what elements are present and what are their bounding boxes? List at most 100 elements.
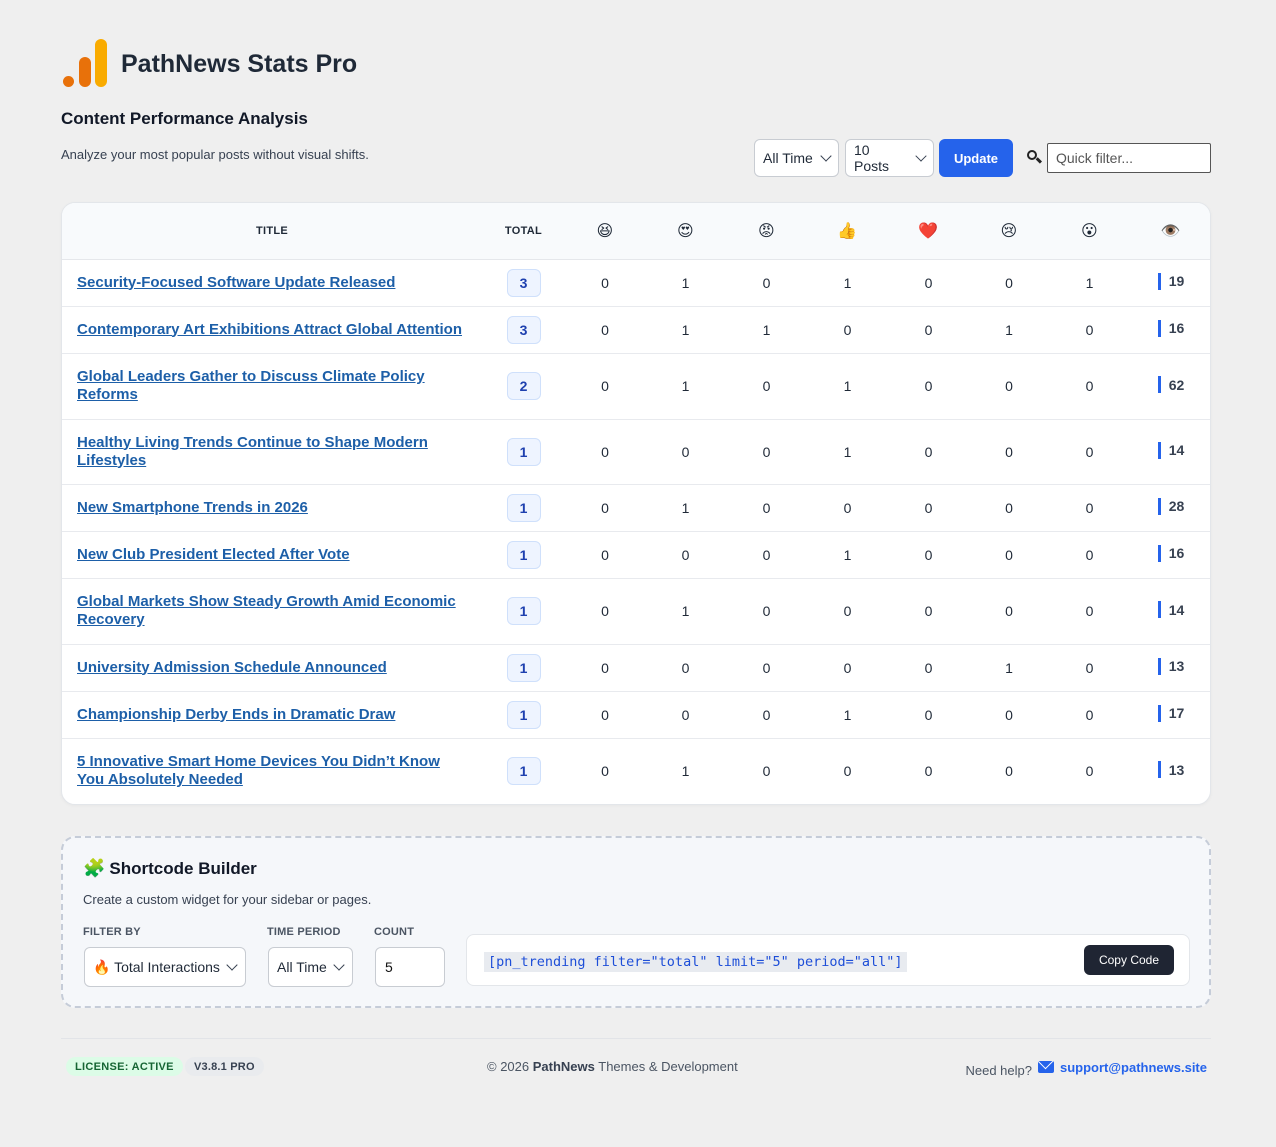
post-title-link[interactable]: Championship Derby Ends in Dramatic Draw (77, 706, 395, 724)
reaction-count: 0 (1085, 546, 1094, 563)
reaction-count: 0 (601, 659, 609, 676)
column-header-total[interactable]: TOTAL (482, 203, 565, 260)
copyright-text: © 2026 PathNews Themes & Development (487, 1059, 738, 1074)
views-bar (1157, 704, 1161, 722)
reaction-count: 0 (681, 706, 690, 723)
builder-title-text: Shortcode Builder (109, 858, 257, 878)
copyright-brand: PathNews (532, 1059, 595, 1074)
column-header-heart-icon[interactable]: ❤️ (888, 203, 969, 260)
views-count: 16 (1157, 544, 1184, 562)
support-email-link[interactable]: support@pathnews.site (1060, 1060, 1207, 1075)
views-value: 14 (1168, 601, 1185, 618)
views-count: 13 (1157, 657, 1184, 675)
reaction-count: 0 (1005, 706, 1013, 723)
reaction-count: 0 (762, 546, 771, 563)
column-header-angry-icon[interactable]: 😡 (726, 203, 807, 260)
filter-by-select[interactable]: 🔥 Total Interactions (84, 947, 246, 987)
table-row: New Club President Elected After Vote 1 … (62, 531, 1210, 578)
views-count: 28 (1157, 497, 1184, 515)
reaction-count: 1 (681, 378, 690, 394)
post-title-link[interactable]: Global Markets Show Steady Growth Amid E… (77, 593, 464, 629)
column-header-thumbs-up-icon[interactable]: 👍 (807, 203, 888, 260)
mail-icon (1037, 1061, 1054, 1073)
shortcode-output: [pn_trending filter="total" limit="5" pe… (466, 934, 1190, 986)
post-title-link[interactable]: Global Leaders Gather to Discuss Climate… (77, 368, 464, 404)
views-count: 62 (1157, 376, 1185, 393)
views-value: 14 (1168, 442, 1185, 458)
reaction-count: 1 (843, 378, 852, 394)
chevron-down-icon (226, 959, 238, 971)
views-value: 62 (1168, 376, 1185, 393)
reaction-count: 0 (924, 443, 933, 460)
reaction-count: 1 (843, 274, 852, 291)
total-badge: 1 (506, 597, 541, 625)
table-row: Security-Focused Software Update Release… (62, 259, 1210, 306)
reaction-count: 0 (924, 378, 933, 394)
views-value: 16 (1168, 320, 1185, 336)
filter-controls: All Time 10 Posts Update (754, 139, 1211, 177)
count-input[interactable] (375, 947, 445, 987)
reaction-count: 0 (601, 499, 609, 516)
post-count-value: 10 Posts (854, 142, 890, 174)
views-bar (1157, 497, 1161, 515)
reaction-count: 0 (681, 659, 690, 676)
column-header-laugh-icon[interactable]: 😆 (565, 203, 645, 260)
builder-title: 🧩 Shortcode Builder (83, 858, 257, 879)
reaction-count: 1 (681, 321, 690, 338)
reaction-count: 1 (681, 274, 690, 291)
reaction-count: 0 (762, 499, 771, 516)
shortcode-text[interactable]: [pn_trending filter="total" limit="5" pe… (484, 952, 907, 972)
reaction-count: 0 (601, 546, 609, 563)
column-header-wow-icon[interactable]: 😮 (1049, 203, 1130, 260)
time-period-value: All Time (277, 959, 327, 975)
reaction-count: 1 (1005, 321, 1013, 338)
reaction-count: 0 (601, 706, 609, 723)
post-title-link[interactable]: Contemporary Art Exhibitions Attract Glo… (77, 321, 462, 339)
reaction-count: 0 (924, 603, 933, 619)
update-button[interactable]: Update (939, 139, 1013, 177)
post-title-link[interactable]: New Club President Elected After Vote (77, 546, 350, 564)
reaction-count: 0 (1085, 321, 1094, 338)
reaction-count: 0 (1085, 706, 1094, 723)
reaction-count: 1 (843, 443, 852, 460)
column-header-sad-icon[interactable]: 😢 (969, 203, 1049, 260)
reaction-count: 0 (681, 443, 690, 460)
column-header-views-icon[interactable]: 👁️ (1130, 203, 1210, 260)
views-bar (1157, 657, 1161, 675)
total-badge: 1 (506, 493, 541, 522)
help-text: Need help? (965, 1063, 1032, 1078)
chevron-down-icon (820, 150, 832, 162)
table-body: Security-Focused Software Update Release… (62, 259, 1210, 804)
post-title-link[interactable]: University Admission Schedule Announced (77, 659, 387, 677)
total-badge: 1 (506, 700, 541, 729)
reaction-count: 0 (843, 603, 852, 619)
help-section: Need help? support@pathnews.site (965, 1056, 1207, 1079)
views-bar (1157, 441, 1161, 459)
reaction-count: 0 (601, 763, 609, 780)
column-header-title[interactable]: TITLE (62, 203, 482, 260)
views-bar (1157, 272, 1161, 290)
reaction-count: 0 (601, 443, 609, 460)
post-count-select[interactable]: 10 Posts (845, 139, 934, 177)
post-title-link[interactable]: 5 Innovative Smart Home Devices You Didn… (77, 753, 464, 789)
views-bar (1157, 601, 1161, 618)
table-row: University Admission Schedule Announced … (62, 644, 1210, 691)
time-period-select[interactable]: All Time (268, 947, 353, 987)
post-title-link[interactable]: New Smartphone Trends in 2026 (77, 499, 308, 517)
reaction-count: 0 (762, 763, 771, 780)
version-badge: V3.8.1 PRO (185, 1057, 264, 1076)
post-title-link[interactable]: Security-Focused Software Update Release… (77, 274, 395, 292)
table-header-row: TITLE TOTAL 😆 😍 😡 👍 ❤️ 😢 😮 👁️ (62, 203, 1210, 260)
quick-filter-input[interactable] (1047, 143, 1211, 173)
reaction-count: 0 (681, 546, 690, 563)
stats-table-card: TITLE TOTAL 😆 😍 😡 👍 ❤️ 😢 😮 👁️ Security-F… (61, 202, 1211, 805)
views-count: 14 (1157, 441, 1185, 459)
reaction-count: 0 (1005, 499, 1013, 516)
brand-name: PathNews Stats Pro (121, 49, 358, 78)
column-header-love-icon[interactable]: 😍 (645, 203, 726, 260)
time-range-select[interactable]: All Time (754, 139, 839, 177)
filter-by-label: FILTER BY (83, 926, 141, 938)
copy-code-button[interactable]: Copy Code (1084, 945, 1174, 975)
bar-chart-logo-icon (61, 38, 109, 90)
post-title-link[interactable]: Healthy Living Trends Continue to Shape … (77, 434, 464, 470)
